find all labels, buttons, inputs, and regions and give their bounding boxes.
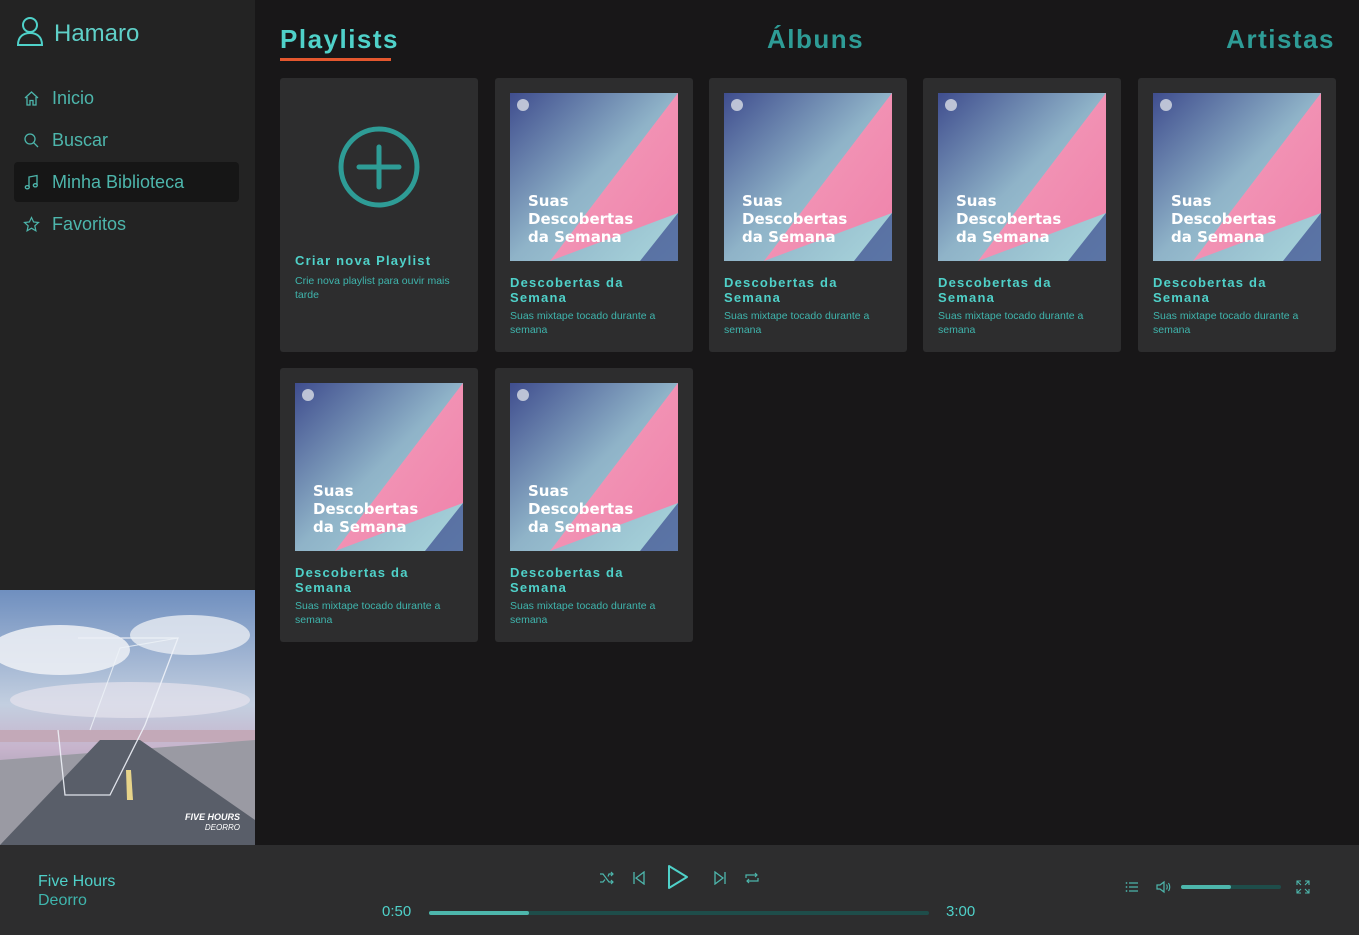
playlist-card[interactable]: Suas Descobertas da Semana Descobertas d… — [709, 78, 907, 352]
track-title: Five Hours — [38, 873, 116, 890]
track-artist[interactable]: Deorro — [38, 892, 87, 910]
playlist-card[interactable]: Suas Descobertas da Semana Descobertas d… — [280, 368, 478, 642]
spotify-logo-icon — [517, 389, 529, 401]
playlist-description: Suas mixtape tocado durante a semana — [510, 310, 656, 336]
cover-line-3: da Semana — [313, 518, 407, 536]
spotify-logo-icon — [945, 99, 957, 111]
spotify-logo-icon — [302, 389, 314, 401]
playlist-card[interactable]: Suas Descobertas da Semana Descobertas d… — [923, 78, 1121, 352]
cover-line-2: Descobertas — [956, 210, 1061, 228]
sidebar-item-label: Inicio — [52, 87, 95, 108]
volume-icon[interactable] — [1155, 879, 1173, 895]
volume-fill — [1181, 885, 1231, 889]
progress-fill — [429, 911, 529, 915]
active-tab-underline — [280, 58, 391, 61]
playlist-title: Descobertas da Semana — [938, 275, 1052, 305]
sidebar-item-inicio[interactable]: Inicio — [14, 78, 239, 118]
cover-line-2: Descobertas — [528, 500, 633, 518]
create-playlist-card[interactable]: Criar nova Playlist Crie nova playlist p… — [280, 78, 478, 352]
tab-albuns[interactable]: Álbuns — [767, 24, 864, 55]
shuffle-icon[interactable] — [598, 869, 616, 887]
tab-artistas[interactable]: Artistas — [1226, 24, 1335, 55]
spotify-logo-icon — [1160, 99, 1172, 111]
cover-line-1: Suas — [528, 192, 569, 210]
sidebar-item-buscar[interactable]: Buscar — [14, 120, 239, 160]
elapsed-time: 0:50 — [382, 903, 412, 920]
spotify-logo-icon — [517, 99, 529, 111]
player-bar: Five Hours Deorro 0:50 3:00 — [0, 845, 1359, 935]
cover-line-1: Suas — [1171, 192, 1212, 210]
home-icon — [22, 89, 40, 107]
sidebar: Hamaro Inicio Buscar Minha Biblioteca Fa… — [0, 0, 255, 845]
create-playlist-title: Criar nova Playlist — [295, 253, 432, 268]
playlist-cover: Suas Descobertas da Semana — [510, 93, 678, 261]
star-icon — [22, 215, 40, 233]
search-icon — [22, 131, 40, 149]
playlist-description: Suas mixtape tocado durante a semana — [1153, 310, 1299, 336]
cover-line-3: da Semana — [1171, 228, 1265, 246]
playlist-cover: Suas Descobertas da Semana — [510, 383, 678, 551]
music-note-icon — [22, 173, 40, 191]
cover-line-3: da Semana — [528, 228, 622, 246]
playlist-title: Descobertas da Semana — [510, 275, 624, 305]
cover-line-2: Descobertas — [1171, 210, 1276, 228]
volume-slider[interactable] — [1181, 885, 1281, 889]
sidebar-nav: Inicio Buscar Minha Biblioteca Favoritos — [14, 78, 239, 246]
cover-line-1: Suas — [313, 482, 354, 500]
cover-line-3: da Semana — [528, 518, 622, 536]
sidebar-item-favoritos[interactable]: Favoritos — [14, 204, 239, 244]
sidebar-item-label: Favoritos — [52, 213, 127, 234]
playlist-description: Suas mixtape tocado durante a semana — [295, 600, 441, 626]
user-icon — [16, 16, 44, 51]
playlist-card[interactable]: Suas Descobertas da Semana Descobertas d… — [495, 78, 693, 352]
playlist-title: Descobertas da Semana — [724, 275, 838, 305]
playlist-cover: Suas Descobertas da Semana — [295, 383, 463, 551]
spotify-logo-icon — [731, 99, 743, 111]
album-art-title: FIVE HOURS — [185, 812, 240, 822]
cover-line-1: Suas — [956, 192, 997, 210]
skip-previous-icon[interactable] — [630, 869, 648, 887]
playlist-description: Suas mixtape tocado durante a semana — [938, 310, 1084, 336]
playlist-card[interactable]: Suas Descobertas da Semana Descobertas d… — [1138, 78, 1336, 352]
duration-time: 3:00 — [946, 903, 976, 920]
now-playing-album-art[interactable]: FIVE HOURS DEORRO — [0, 590, 255, 845]
playlist-cover: Suas Descobertas da Semana — [1153, 93, 1321, 261]
playlist-card[interactable]: Suas Descobertas da Semana Descobertas d… — [495, 368, 693, 642]
play-icon[interactable] — [664, 861, 692, 893]
cover-line-2: Descobertas — [313, 500, 418, 518]
fullscreen-icon[interactable] — [1295, 879, 1311, 895]
playlist-title: Descobertas da Semana — [510, 565, 624, 595]
cover-line-2: Descobertas — [742, 210, 847, 228]
playlist-description: Suas mixtape tocado durante a semana — [724, 310, 870, 336]
playlist-title: Descobertas da Semana — [1153, 275, 1267, 305]
playlist-cover: Suas Descobertas da Semana — [724, 93, 892, 261]
user-profile[interactable]: Hamaro — [16, 16, 139, 51]
sidebar-item-minha-biblioteca[interactable]: Minha Biblioteca — [14, 162, 239, 202]
playlist-title: Descobertas da Semana — [295, 565, 409, 595]
main-content: Playlists Álbuns Artistas Criar nova Pla… — [255, 0, 1359, 845]
tab-playlists[interactable]: Playlists — [280, 24, 399, 55]
sidebar-item-label: Minha Biblioteca — [52, 171, 185, 192]
music-app: Hamaro Inicio Buscar Minha Biblioteca Fa… — [0, 0, 1359, 935]
create-playlist-description: Crie nova playlist para ouvir mais tarde — [295, 275, 450, 301]
cover-line-3: da Semana — [742, 228, 836, 246]
playlist-description: Suas mixtape tocado durante a semana — [510, 600, 656, 626]
cover-line-3: da Semana — [956, 228, 1050, 246]
progress-bar[interactable] — [429, 911, 929, 915]
plus-circle-icon[interactable] — [337, 125, 421, 209]
skip-next-icon[interactable] — [711, 869, 729, 887]
cover-line-1: Suas — [742, 192, 783, 210]
album-art-artist: DEORRO — [205, 823, 240, 832]
user-name: Hamaro — [54, 19, 140, 47]
library-tabs: Playlists Álbuns Artistas — [280, 24, 1335, 64]
repeat-icon[interactable] — [743, 869, 761, 887]
sidebar-item-label: Buscar — [52, 129, 109, 150]
queue-list-icon[interactable] — [1124, 879, 1140, 895]
cover-line-2: Descobertas — [528, 210, 633, 228]
playlist-cover: Suas Descobertas da Semana — [938, 93, 1106, 261]
cover-line-1: Suas — [528, 482, 569, 500]
